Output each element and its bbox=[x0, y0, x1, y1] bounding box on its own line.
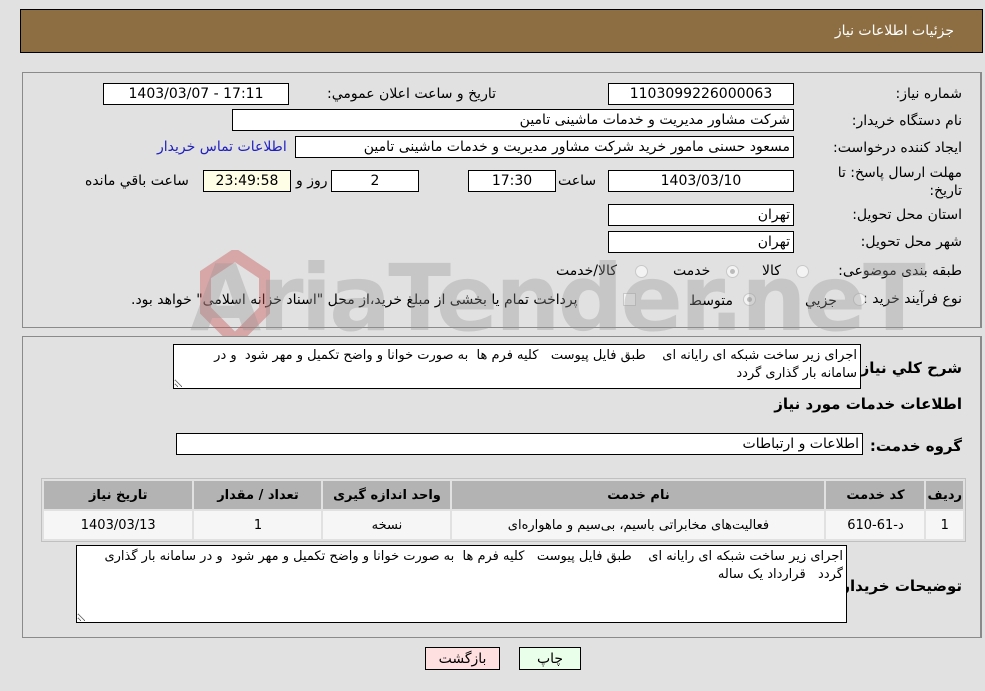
col-header-row-number: ردیف bbox=[926, 481, 963, 509]
buyer-notes-textarea[interactable]: اجرای زیر ساخت شبکه ای رایانه ای طبق فای… bbox=[76, 545, 847, 623]
need-info-panel: شماره نیاز: 1103099226000063 تاریخ و ساع… bbox=[22, 72, 982, 328]
general-desc-textarea[interactable]: اجرای زیر ساخت شبکه ای رایانه ای طبق فای… bbox=[173, 344, 861, 389]
treasury-checkbox[interactable] bbox=[623, 293, 636, 306]
city-field: تهران bbox=[608, 231, 794, 253]
announce-datetime-label: تاریخ و ساعت اعلان عمومي: bbox=[327, 86, 496, 102]
purchase-option-medium: متوسط bbox=[689, 293, 733, 309]
col-header-service-code: کد خدمت bbox=[826, 481, 925, 509]
cell-service-code: د-61-610 bbox=[826, 511, 925, 539]
cell-unit: نسخه bbox=[323, 511, 451, 539]
buyer-contact-link[interactable]: اطلاعات تماس خریدار bbox=[157, 139, 287, 155]
province-label: استان محل تحویل: bbox=[852, 207, 962, 223]
deadline-time-label: ساعت bbox=[558, 173, 597, 189]
category-radio-service[interactable] bbox=[726, 265, 739, 278]
table-header-row: ردیف کد خدمت نام خدمت واحد اندازه گیری ت… bbox=[44, 481, 963, 509]
cell-row-number: 1 bbox=[926, 511, 963, 539]
category-option-goods-service: کالا/خدمت bbox=[556, 263, 617, 279]
announce-datetime-field: 1403/03/07 - 17:11 bbox=[103, 83, 289, 105]
col-header-quantity: تعداد / مقدار bbox=[194, 481, 322, 509]
category-label: طبقه بندی موضوعی: bbox=[838, 263, 962, 279]
buyer-org-label: نام دستگاه خریدار: bbox=[851, 113, 962, 129]
col-header-unit: واحد اندازه گیری bbox=[323, 481, 451, 509]
cell-quantity: 1 bbox=[194, 511, 322, 539]
buyer-org-field: شرکت مشاور مدیریت و خدمات ماشینی تامین bbox=[232, 109, 794, 131]
need-number-label: شماره نیاز: bbox=[895, 86, 963, 102]
city-label: شهر محل تحویل: bbox=[860, 234, 962, 250]
details-panel: شرح کلي نیاز: اجرای زیر ساخت شبکه ای رای… bbox=[22, 336, 982, 638]
need-number-field: 1103099226000063 bbox=[608, 83, 794, 105]
remaining-days-field: 2 bbox=[331, 170, 419, 192]
table-row: 1 د-61-610 فعالیت‌های مخابراتی باسیم، بی… bbox=[44, 511, 963, 539]
remaining-time-label: ساعت باقي مانده bbox=[85, 173, 189, 189]
purchase-type-label: نوع فرآیند خرید : bbox=[863, 291, 962, 307]
col-header-service-name: نام خدمت bbox=[452, 481, 825, 509]
category-radio-goods-service[interactable] bbox=[635, 265, 648, 278]
deadline-time-field: 17:30 bbox=[468, 170, 556, 192]
days-label: روز و bbox=[296, 173, 328, 189]
cell-service-name: فعالیت‌های مخابراتی باسیم، بی‌سیم و ماهو… bbox=[452, 511, 825, 539]
requester-field: مسعود حسنی مامور خرید شرکت مشاور مدیریت … bbox=[295, 136, 794, 158]
province-field: تهران bbox=[608, 204, 794, 226]
services-section-title: اطلاعات خدمات مورد نیاز bbox=[774, 395, 962, 413]
remaining-time-field: 23:49:58 bbox=[203, 170, 291, 192]
cell-need-date: 1403/03/13 bbox=[44, 511, 193, 539]
category-option-goods: کالا bbox=[762, 263, 781, 279]
page-header: جزئیات اطلاعات نیاز bbox=[20, 9, 983, 53]
category-radio-goods[interactable] bbox=[796, 265, 809, 278]
treasury-note: پرداخت تمام یا بخشی از مبلغ خرید،از محل … bbox=[131, 292, 578, 308]
deadline-label: مهلت ارسال پاسخ: تا تاریخ: bbox=[837, 165, 962, 199]
page-title: جزئیات اطلاعات نیاز bbox=[834, 23, 954, 39]
deadline-date-field: 1403/03/10 bbox=[608, 170, 794, 192]
col-header-need-date: تاریخ نیاز bbox=[44, 481, 193, 509]
services-table: ردیف کد خدمت نام خدمت واحد اندازه گیری ت… bbox=[41, 478, 966, 542]
back-button[interactable]: بازگشت bbox=[425, 647, 500, 670]
purchase-radio-medium[interactable] bbox=[743, 293, 756, 306]
service-group-label: گروه خدمت: bbox=[869, 437, 962, 455]
service-group-field: اطلاعات و ارتباطات bbox=[176, 433, 863, 455]
category-option-service: خدمت bbox=[673, 263, 711, 279]
purchase-option-minor: جزیي bbox=[805, 293, 837, 309]
print-button[interactable]: چاپ bbox=[519, 647, 581, 670]
purchase-radio-minor[interactable] bbox=[853, 293, 866, 306]
general-desc-label: شرح کلي نیاز: bbox=[854, 359, 962, 377]
requester-label: ایجاد کننده درخواست: bbox=[833, 140, 962, 156]
buyer-notes-label: توضیحات خریدار: bbox=[835, 577, 962, 595]
